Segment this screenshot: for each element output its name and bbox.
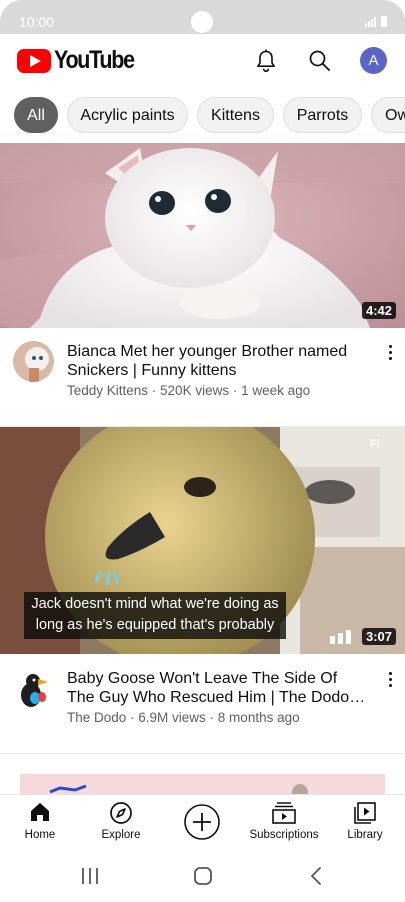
signal-battery-icons [365,15,387,27]
battery-icon [381,16,387,27]
chip-kittens[interactable]: Kittens [197,97,274,133]
nav-subscriptions[interactable]: Subscriptions [246,795,322,847]
video-metadata: Teddy Kittens · 520K views · 1 week ago [67,383,311,398]
nav-library-label: Library [347,829,383,841]
video-duration-badge: 4:42 [361,302,396,319]
video-title[interactable]: Bianca Met her younger Brother named Sni… [67,342,367,380]
nav-home-label: Home [24,829,56,841]
next-item-preview[interactable] [20,774,385,794]
video-thumbnail-1[interactable]: 4:42 [0,143,405,328]
chip-all[interactable]: All [14,97,58,133]
channel-avatar-the-dodo[interactable] [13,671,54,712]
account-avatar-button[interactable]: A [360,47,387,74]
nav-explore[interactable]: Explore [91,795,151,847]
search-icon[interactable] [306,47,334,75]
youtube-wordmark[interactable]: YouTube [54,46,135,75]
status-time: 10:00 [19,14,55,30]
the-dodo-avatar-icon [13,671,54,712]
video-duration-badge: 3:07 [361,628,396,645]
bottom-navigation: Home Explore Subscriptions Library [0,794,405,847]
recent-apps-icon[interactable] [80,867,100,885]
nav-home[interactable]: Home [10,795,70,847]
nav-create[interactable] [180,795,224,847]
top-app-bar: YouTube A [0,34,405,88]
add-create-icon [184,804,220,840]
youtube-logo-icon[interactable] [17,49,51,73]
video-metadata: The Dodo · 6.9M views · 8 months ago [67,710,300,725]
video-thumbnail-2[interactable]: Fi Jack doesn't mind what we're doing as… [0,427,405,654]
compass-icon [110,802,132,824]
category-chip-row: All Acrylic paints Kittens Parrots Ow [0,97,405,135]
divider [0,753,405,754]
home-button-icon[interactable] [193,866,213,886]
more-options-icon[interactable] [388,672,394,688]
camera-cutout [191,11,213,33]
chip-parrots[interactable]: Parrots [283,97,362,133]
signal-bar [374,17,376,27]
library-icon [354,802,376,824]
signal-icon [365,23,367,27]
nav-subscriptions-label: Subscriptions [249,829,319,841]
signal-bar [368,21,370,27]
teddy-kittens-avatar-icon [13,341,54,382]
watermark-text: Fi [370,438,380,450]
subscriptions-icon [272,802,296,824]
notifications-bell-icon[interactable] [252,47,280,75]
signal-bar [371,19,373,27]
resume-progress-icon [330,630,351,644]
next-item-image [49,784,308,794]
nav-library[interactable]: Library [340,795,390,847]
back-icon[interactable] [308,866,324,886]
caption-line: Jack doesn't mind what we're doing as [31,596,279,612]
video-title[interactable]: Baby Goose Won't Leave The Side Of The G… [67,669,367,707]
caption-line: long as he's equipped that's probably [35,617,275,633]
chip-overflow[interactable]: Ow [371,97,405,133]
system-navigation-bar [0,847,405,902]
home-icon [31,803,49,821]
chip-acrylic-paints[interactable]: Acrylic paints [67,97,188,133]
kitten-thumbnail-image [0,143,405,328]
closed-caption-box: Jack doesn't mind what we're doing as lo… [24,592,286,639]
channel-avatar-teddy-kittens[interactable] [13,341,54,382]
status-bar: 10:00 [0,0,405,34]
more-options-icon[interactable] [388,345,394,361]
nav-explore-label: Explore [101,829,141,841]
